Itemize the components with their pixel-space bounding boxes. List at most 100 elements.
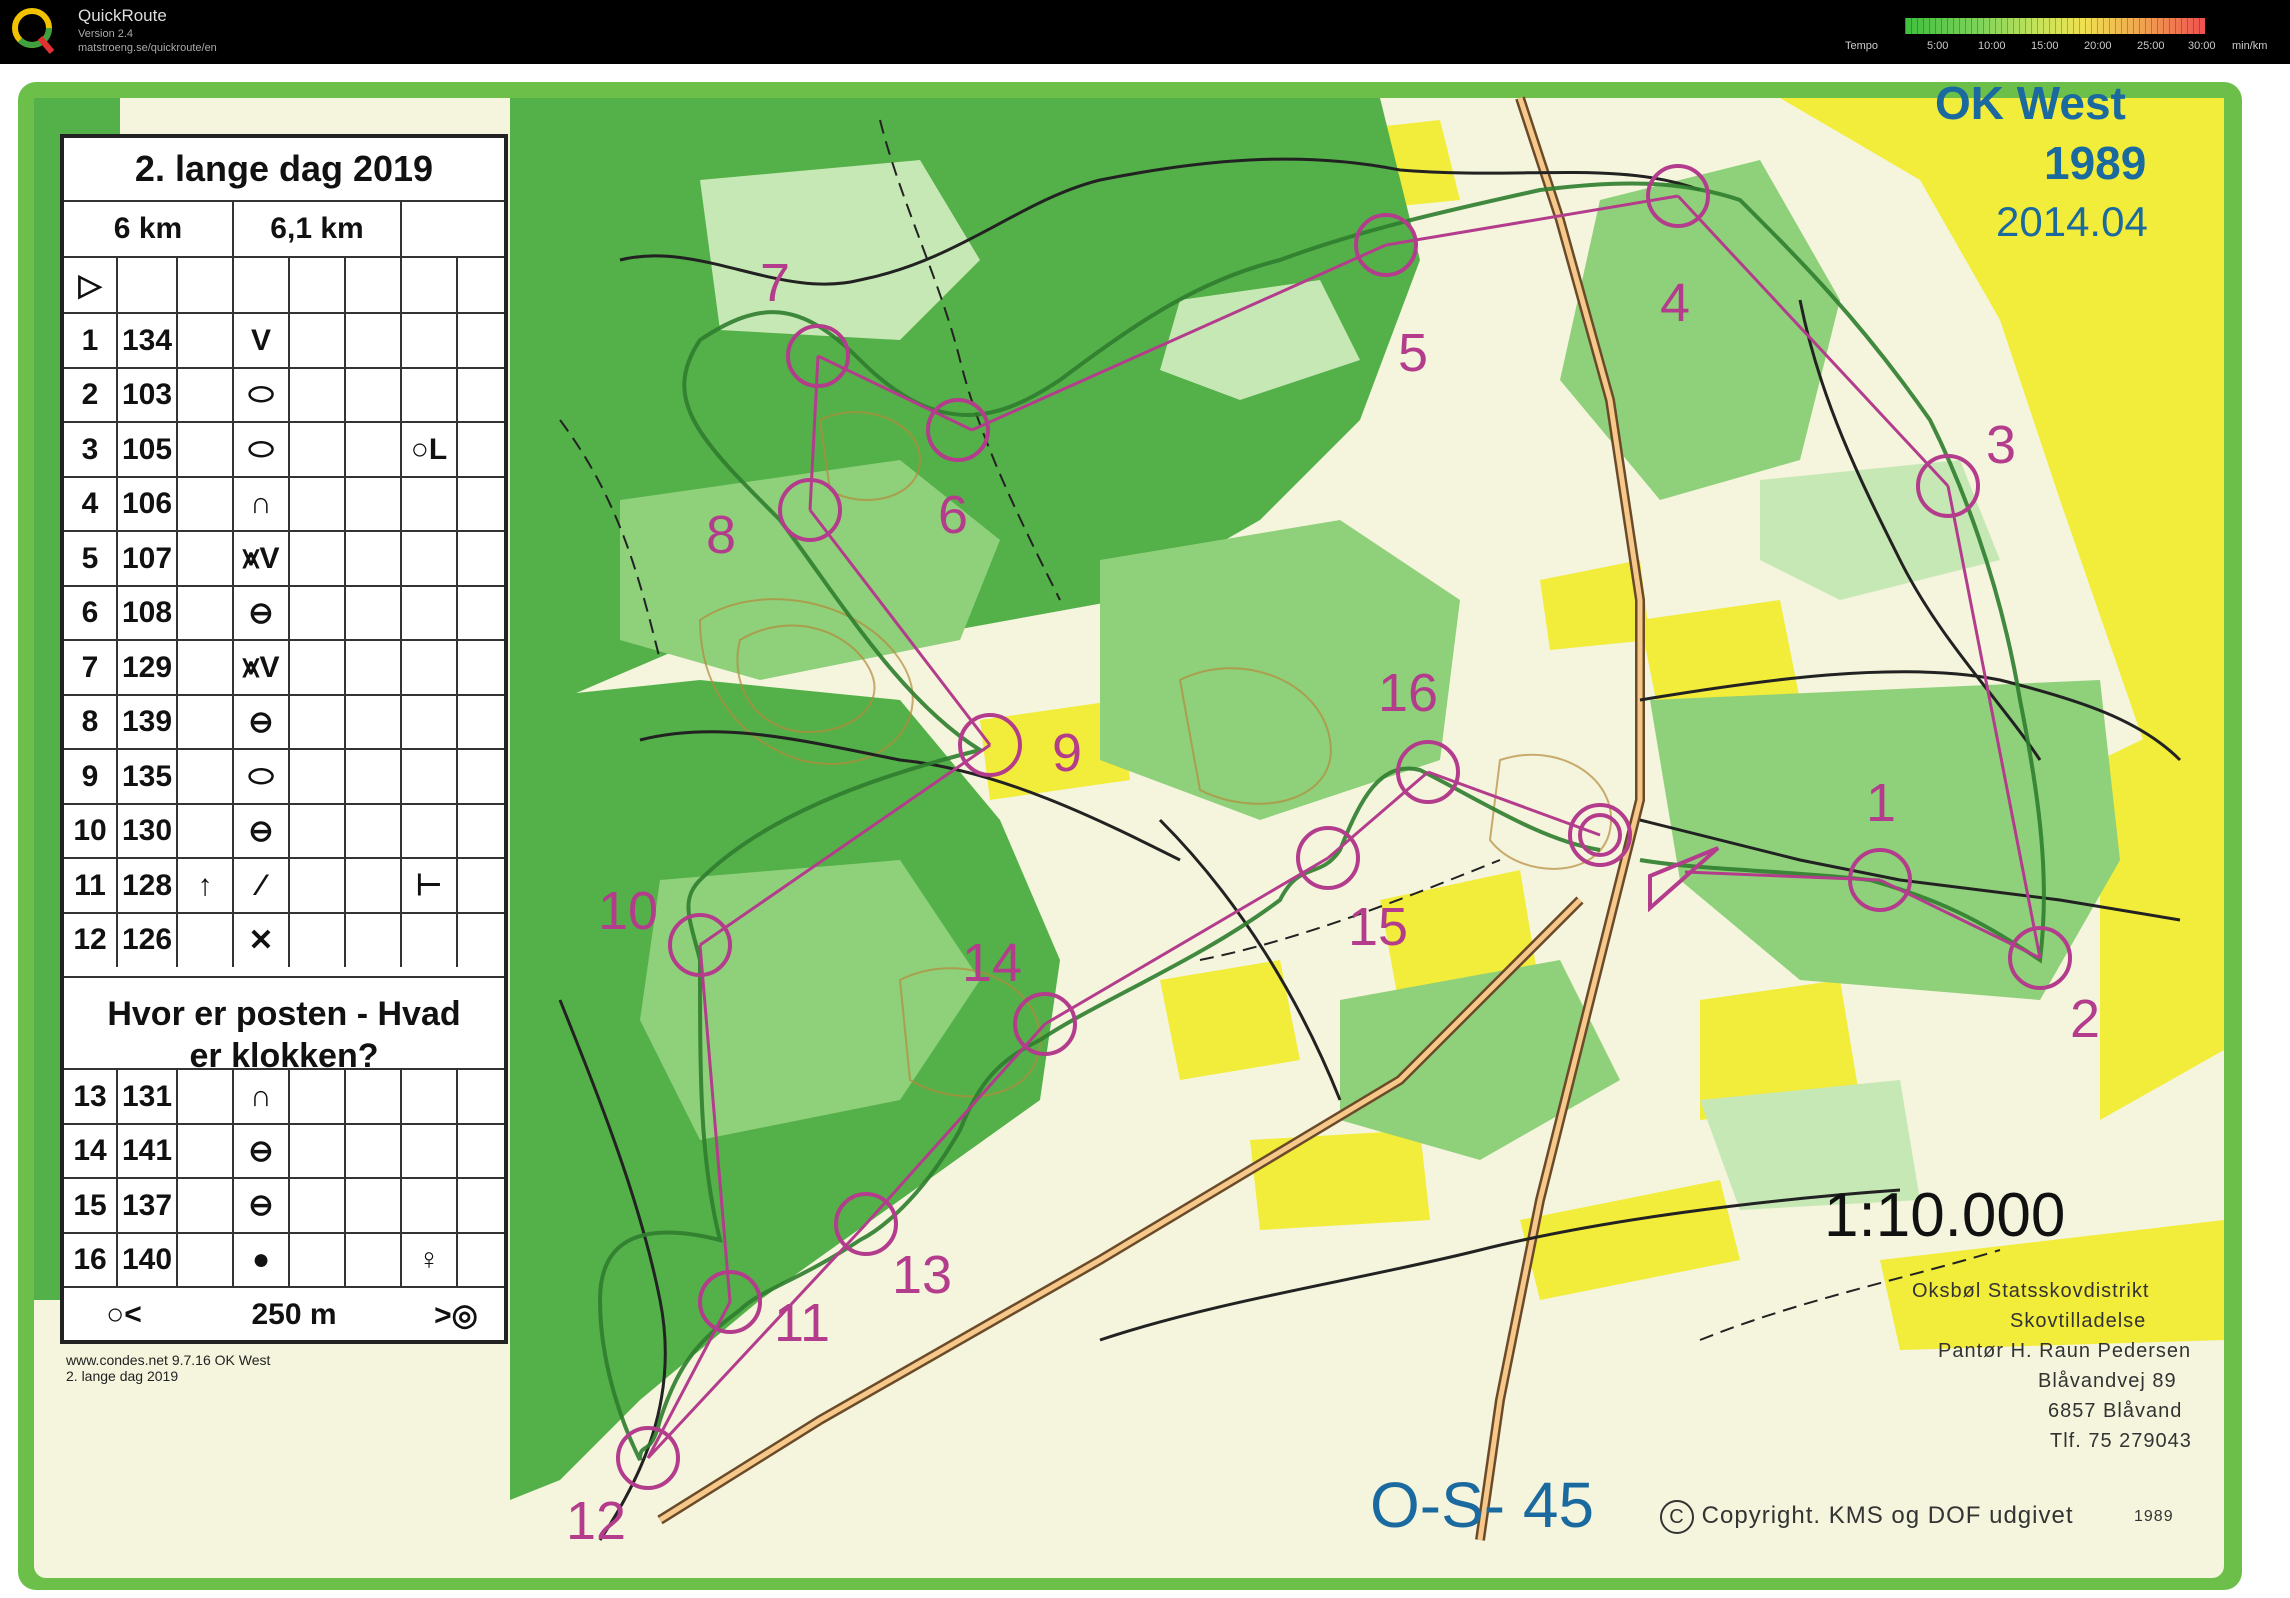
owner-line-3: Pantør H. Raun Pedersen [1938,1340,2192,1362]
control-feature-symbol: ✕ [232,913,288,967]
owner-line-6: Tlf. 75 279043 [2050,1430,2192,1452]
control-number: 2 [81,378,99,411]
control-location-symbol: ○L [400,423,456,476]
control-location-symbol [400,477,456,531]
map-sheet-id: O-S- 45 [1370,1469,1595,1541]
control-label-1: 1 [1866,773,1897,833]
control-row: 12 126 ✕ [64,911,504,967]
control-row: 3 105 ⬭ ○L [64,421,504,476]
finish-distance: 250 m [251,1298,337,1331]
control-label-2: 2 [2070,989,2101,1049]
event-note-line-1: www.condes.net 9.7.16 OK West [66,1352,271,1368]
control-feature-symbol: ⬭ [232,368,288,422]
control-row: 8 139 ⊖ [64,693,504,749]
map-copyright-year: 1989 [2134,1508,2174,1525]
control-row: 10 130 ⊖ [64,802,504,858]
control-direction [176,695,232,749]
control-code: 141 [116,1124,176,1178]
control-feature-symbol: V [232,314,288,367]
control-code: 139 [116,695,176,749]
owner-line-2: Skovtilladelse [2010,1310,2147,1332]
control-row: 1 134 V [64,312,504,367]
control-row: 7 129 ⩙V [64,639,504,694]
control-number: 13 [73,1079,107,1113]
control-direction [176,1233,232,1287]
course-length-a: 6 km [113,212,183,245]
control-feature-symbol: ⩙V [232,532,288,585]
control-location-symbol [400,314,456,367]
control-location-symbol [400,586,456,640]
control-direction [176,913,232,967]
control-feature-symbol: ∩ [232,477,288,531]
control-code: 108 [116,586,176,640]
control-code: 107 [116,532,176,585]
control-code: 134 [116,314,176,367]
empty-cell [400,202,508,256]
control-number: 10 [73,814,107,847]
control-direction [176,641,232,694]
control-label-8: 8 [706,505,737,565]
control-number: 15 [73,1188,107,1222]
control-code: 131 [116,1070,176,1123]
control-location-symbol [400,1070,456,1123]
control-label-13: 13 [892,1245,953,1305]
control-label-4: 4 [1660,273,1691,333]
control-feature-symbol: ⬭ [232,423,288,476]
control-label-5: 5 [1398,323,1429,383]
control-feature-symbol: ⊖ [232,695,288,749]
control-code: 129 [116,641,176,694]
control-feature-symbol: ⩙V [232,641,288,694]
owner-line-4: Blåvandvej 89 [2038,1370,2177,1392]
control-feature-symbol: ⊖ [232,804,288,858]
control-row: 16 140 ● ♀ [64,1231,504,1287]
control-number: 16 [73,1243,107,1276]
start-row: ▷ [64,256,504,312]
control-row: 14 141 ⊖ [64,1122,504,1178]
control-label-7: 7 [760,253,791,313]
control-code: 126 [116,913,176,967]
control-label-12: 12 [566,1491,627,1551]
control-number: 6 [81,596,99,629]
control-number: 8 [81,705,99,738]
control-location-symbol [400,804,456,858]
control-location-symbol [400,532,456,585]
owner-line-5: 6857 Blåvand [2048,1400,2183,1422]
control-location-symbol [400,641,456,694]
map-year: 1989 [2044,137,2147,189]
control-label-3: 3 [1986,415,2017,475]
control-location-symbol [400,1124,456,1178]
finish-right-symbol: >◎ [434,1298,478,1332]
control-direction [176,532,232,585]
control-row: 15 137 ⊖ [64,1177,504,1232]
control-feature-symbol: ∩ [232,1070,288,1123]
control-row: 6 108 ⊖ [64,584,504,640]
control-code: 137 [116,1179,176,1232]
finish-left-symbol: ○< [106,1298,142,1331]
control-direction: ↑ [176,859,232,912]
control-number: 1 [81,323,99,357]
control-location-symbol [400,1179,456,1232]
control-code: 103 [116,368,176,422]
control-code: 106 [116,477,176,531]
control-direction [176,1179,232,1232]
control-label-16: 16 [1378,663,1439,723]
course-title: 2. lange dag 2019 [134,148,434,189]
control-label-10: 10 [598,881,659,941]
control-direction [176,804,232,858]
control-number: 5 [81,541,99,575]
control-number: 9 [81,759,99,793]
control-feature-symbol: ⁄ [232,859,288,912]
control-row: 9 135 ⬭ [64,748,504,803]
control-label-11: 11 [774,1293,831,1353]
control-direction [176,368,232,422]
control-direction [176,750,232,803]
control-direction [176,1124,232,1178]
control-code: 140 [116,1233,176,1287]
control-row: 4 106 ∩ [64,475,504,531]
control-feature-symbol: ⊖ [232,1179,288,1232]
control-label-15: 15 [1348,897,1409,957]
control-number: 11 [74,868,106,902]
control-feature-symbol: ⊖ [232,1124,288,1178]
section-title: Hvor er posten - Hvad er klokken? [107,995,461,1075]
control-location-symbol [400,368,456,422]
